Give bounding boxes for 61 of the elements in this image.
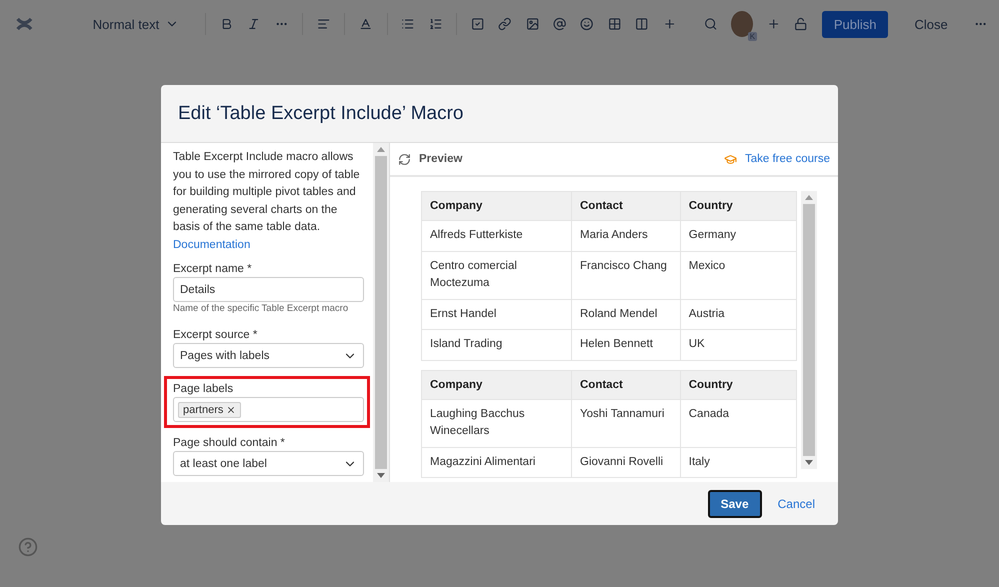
column-header: Company bbox=[422, 370, 572, 399]
table-cell: Roland Mendel bbox=[572, 299, 680, 330]
table-cell: Ernst Handel bbox=[422, 299, 572, 330]
field-hint: Name of the specific Table Excerpt macro bbox=[173, 303, 348, 314]
preview-title: Preview bbox=[419, 153, 464, 165]
column-header: Contact bbox=[572, 370, 680, 399]
table-cell: Alfreds Futterkiste bbox=[422, 220, 572, 251]
course-link[interactable]: Take free course bbox=[744, 153, 830, 165]
field-label: Page labels bbox=[173, 383, 234, 395]
table-cell: UK bbox=[680, 330, 796, 360]
search-icon[interactable] bbox=[704, 16, 718, 32]
mention-icon[interactable] bbox=[553, 16, 566, 32]
table-cell: Francisco Chang bbox=[572, 251, 680, 299]
layout-icon[interactable] bbox=[635, 16, 649, 32]
refresh-icon[interactable] bbox=[398, 152, 411, 166]
field-label: Excerpt source * bbox=[173, 329, 258, 341]
table-cell: Helen Bennett bbox=[572, 330, 680, 360]
table-cell: Laughing Bacchus Winecellars bbox=[422, 399, 572, 447]
link-icon[interactable] bbox=[498, 16, 512, 32]
text-style-dropdown[interactable]: Normal text bbox=[80, 10, 192, 38]
table-cell: Giovanni Rovelli bbox=[572, 447, 680, 478]
documentation-link[interactable]: Documentation bbox=[173, 238, 250, 250]
text-color-icon[interactable] bbox=[359, 16, 373, 32]
publish-button[interactable]: Publish bbox=[822, 10, 888, 38]
field-label: Page should contain * bbox=[173, 437, 286, 449]
table-cell: Magazzini Alimentari bbox=[422, 447, 572, 478]
table-cell: Mexico bbox=[680, 251, 796, 299]
scrollbar[interactable] bbox=[373, 143, 389, 482]
save-button[interactable]: Save bbox=[708, 490, 762, 518]
table-cell: Yoshi Tannamuri bbox=[572, 399, 680, 447]
select-field[interactable]: Pages with labels bbox=[173, 343, 364, 368]
table-icon[interactable] bbox=[608, 16, 622, 32]
column-header: Country bbox=[680, 192, 796, 220]
table-cell: Germany bbox=[680, 220, 796, 251]
field-label: Excerpt name * bbox=[173, 263, 253, 275]
close-button[interactable]: Close bbox=[902, 10, 960, 38]
cancel-button[interactable]: Cancel bbox=[772, 496, 821, 512]
italic-icon[interactable] bbox=[247, 16, 261, 32]
label-tag: partners bbox=[178, 402, 242, 418]
unlock-icon[interactable] bbox=[794, 16, 808, 32]
table-cell: Canada bbox=[680, 399, 796, 447]
table-cell: Italy bbox=[680, 447, 796, 478]
select-field[interactable]: at least one label bbox=[173, 451, 364, 476]
column-header: Country bbox=[680, 370, 796, 399]
scrollbar[interactable] bbox=[801, 191, 817, 469]
bold-icon[interactable] bbox=[220, 16, 234, 32]
graduation-cap-icon bbox=[724, 152, 737, 166]
numbered-list-icon[interactable] bbox=[428, 16, 442, 32]
remove-icon[interactable] bbox=[226, 404, 236, 414]
table-cell: Maria Anders bbox=[572, 220, 680, 251]
description-text: Table Excerpt Include macro allows you to use the mirrored copy of table for building multiple pivot tables and generating several charts on the basis of the same table data. Documentation bbox=[173, 150, 361, 252]
tag-input-field[interactable]: partners bbox=[173, 397, 364, 422]
table-cell: Austria bbox=[680, 299, 796, 330]
column-header: Company bbox=[422, 192, 572, 220]
checkbox-icon[interactable] bbox=[470, 16, 484, 32]
text-input-field[interactable]: Details bbox=[173, 277, 364, 302]
column-header: Contact bbox=[572, 192, 680, 220]
table-cell: Island Trading bbox=[422, 330, 572, 360]
image-icon[interactable] bbox=[526, 16, 540, 32]
table-cell: Centro comercial Moctezuma bbox=[422, 251, 572, 299]
emoji-icon[interactable] bbox=[580, 16, 594, 32]
